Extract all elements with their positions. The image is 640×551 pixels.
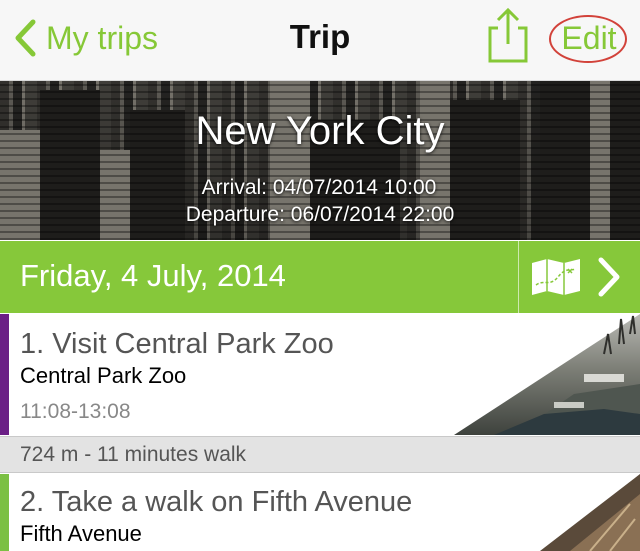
day-map-button[interactable] xyxy=(530,251,630,303)
share-icon xyxy=(486,7,530,68)
category-stripe xyxy=(0,474,9,551)
transit-info-row[interactable]: 724 m - 11 minutes walk xyxy=(0,436,640,473)
back-button[interactable]: My trips xyxy=(14,14,158,62)
edit-button[interactable]: Edit xyxy=(548,14,630,62)
chevron-right-icon xyxy=(596,257,622,302)
trip-departure: Departure: 06/07/2014 22:00 xyxy=(185,203,455,226)
trip-city: New York City xyxy=(195,109,445,153)
item-thumbnail xyxy=(510,474,640,551)
day-label: Friday, 4 July, 2014 xyxy=(20,258,286,293)
trip-arrival: Arrival: 04/07/2014 10:00 xyxy=(201,176,437,199)
item-time: 11:08-13:08 xyxy=(20,400,131,423)
back-button-label: My trips xyxy=(46,19,158,56)
item-title: 1. Visit Central Park Zoo xyxy=(20,328,334,360)
navigation-bar: My trips Trip Edit xyxy=(0,0,640,81)
item-title: 2. Take a walk on Fifth Avenue xyxy=(20,486,413,518)
transit-label: 724 m - 11 minutes walk xyxy=(20,443,247,466)
map-icon xyxy=(530,257,582,302)
divider xyxy=(518,241,519,313)
item-place: Fifth Avenue xyxy=(20,521,142,546)
item-thumbnail xyxy=(454,314,640,435)
chevron-left-icon xyxy=(14,19,36,57)
category-stripe xyxy=(0,314,9,435)
day-header[interactable]: Friday, 4 July, 2014 xyxy=(0,241,640,313)
item-place: Central Park Zoo xyxy=(20,363,187,388)
share-button[interactable] xyxy=(486,6,530,64)
itinerary-item[interactable]: 1. Visit Central Park Zoo Central Park Z… xyxy=(0,314,640,435)
itinerary-item[interactable]: 2. Take a walk on Fifth Avenue Fifth Ave… xyxy=(0,474,640,551)
